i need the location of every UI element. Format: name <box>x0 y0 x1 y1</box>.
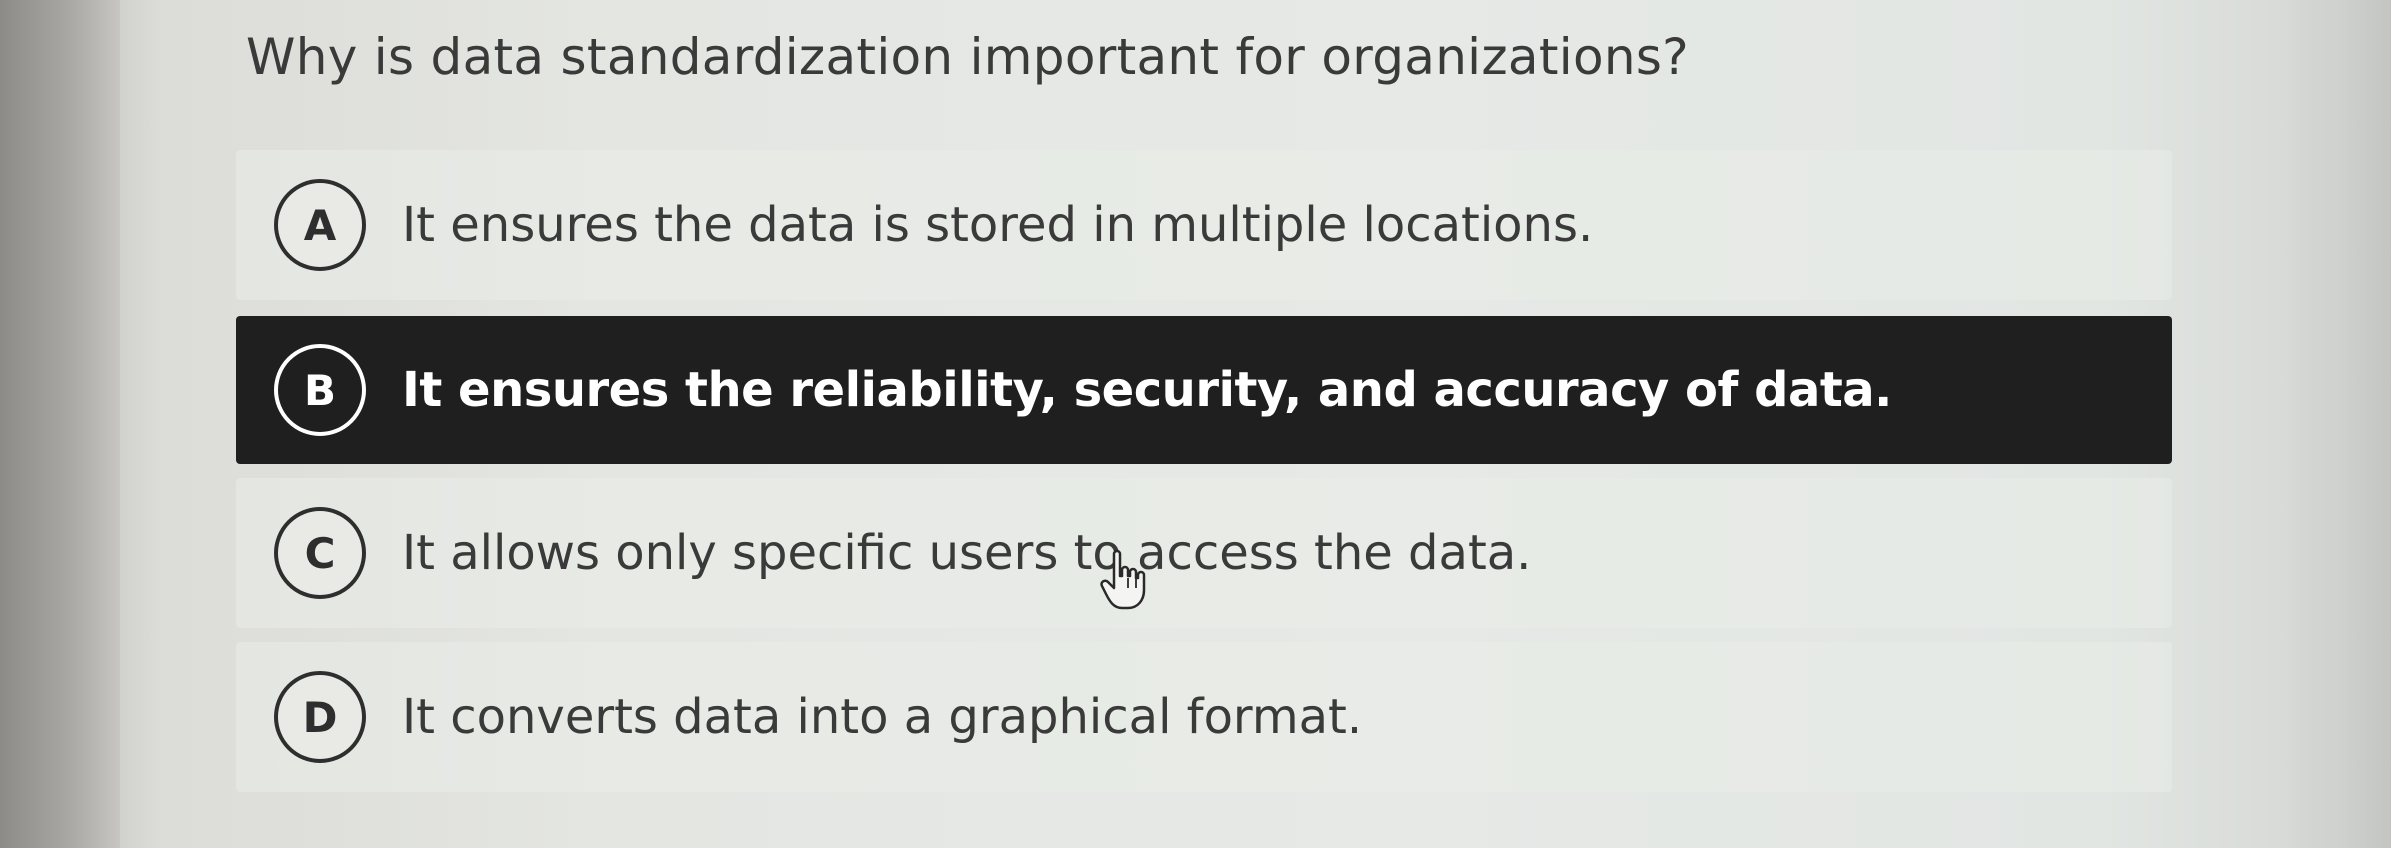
option-a-letter-badge: A <box>274 179 366 271</box>
option-c-text: It allows only specific users to access … <box>402 525 1532 581</box>
question-text: Why is data standardization important fo… <box>246 28 1690 86</box>
option-c-letter-badge: C <box>274 507 366 599</box>
option-c[interactable]: C It allows only specific users to acces… <box>236 478 2172 628</box>
option-d-letter-badge: D <box>274 671 366 763</box>
option-a-text: It ensures the data is stored in multipl… <box>402 197 1594 253</box>
hand-pointer-icon <box>1100 549 1146 610</box>
right-background-edge <box>2280 0 2391 848</box>
option-d-text: It converts data into a graphical format… <box>402 689 1363 745</box>
option-b-selected[interactable]: B It ensures the reliability, security, … <box>236 316 2172 464</box>
left-background-strip <box>0 0 120 848</box>
option-a[interactable]: A It ensures the data is stored in multi… <box>236 150 2172 300</box>
option-b-letter-badge: B <box>274 344 366 436</box>
option-d[interactable]: D It converts data into a graphical form… <box>236 642 2172 792</box>
option-b-text: It ensures the reliability, security, an… <box>402 362 1892 418</box>
